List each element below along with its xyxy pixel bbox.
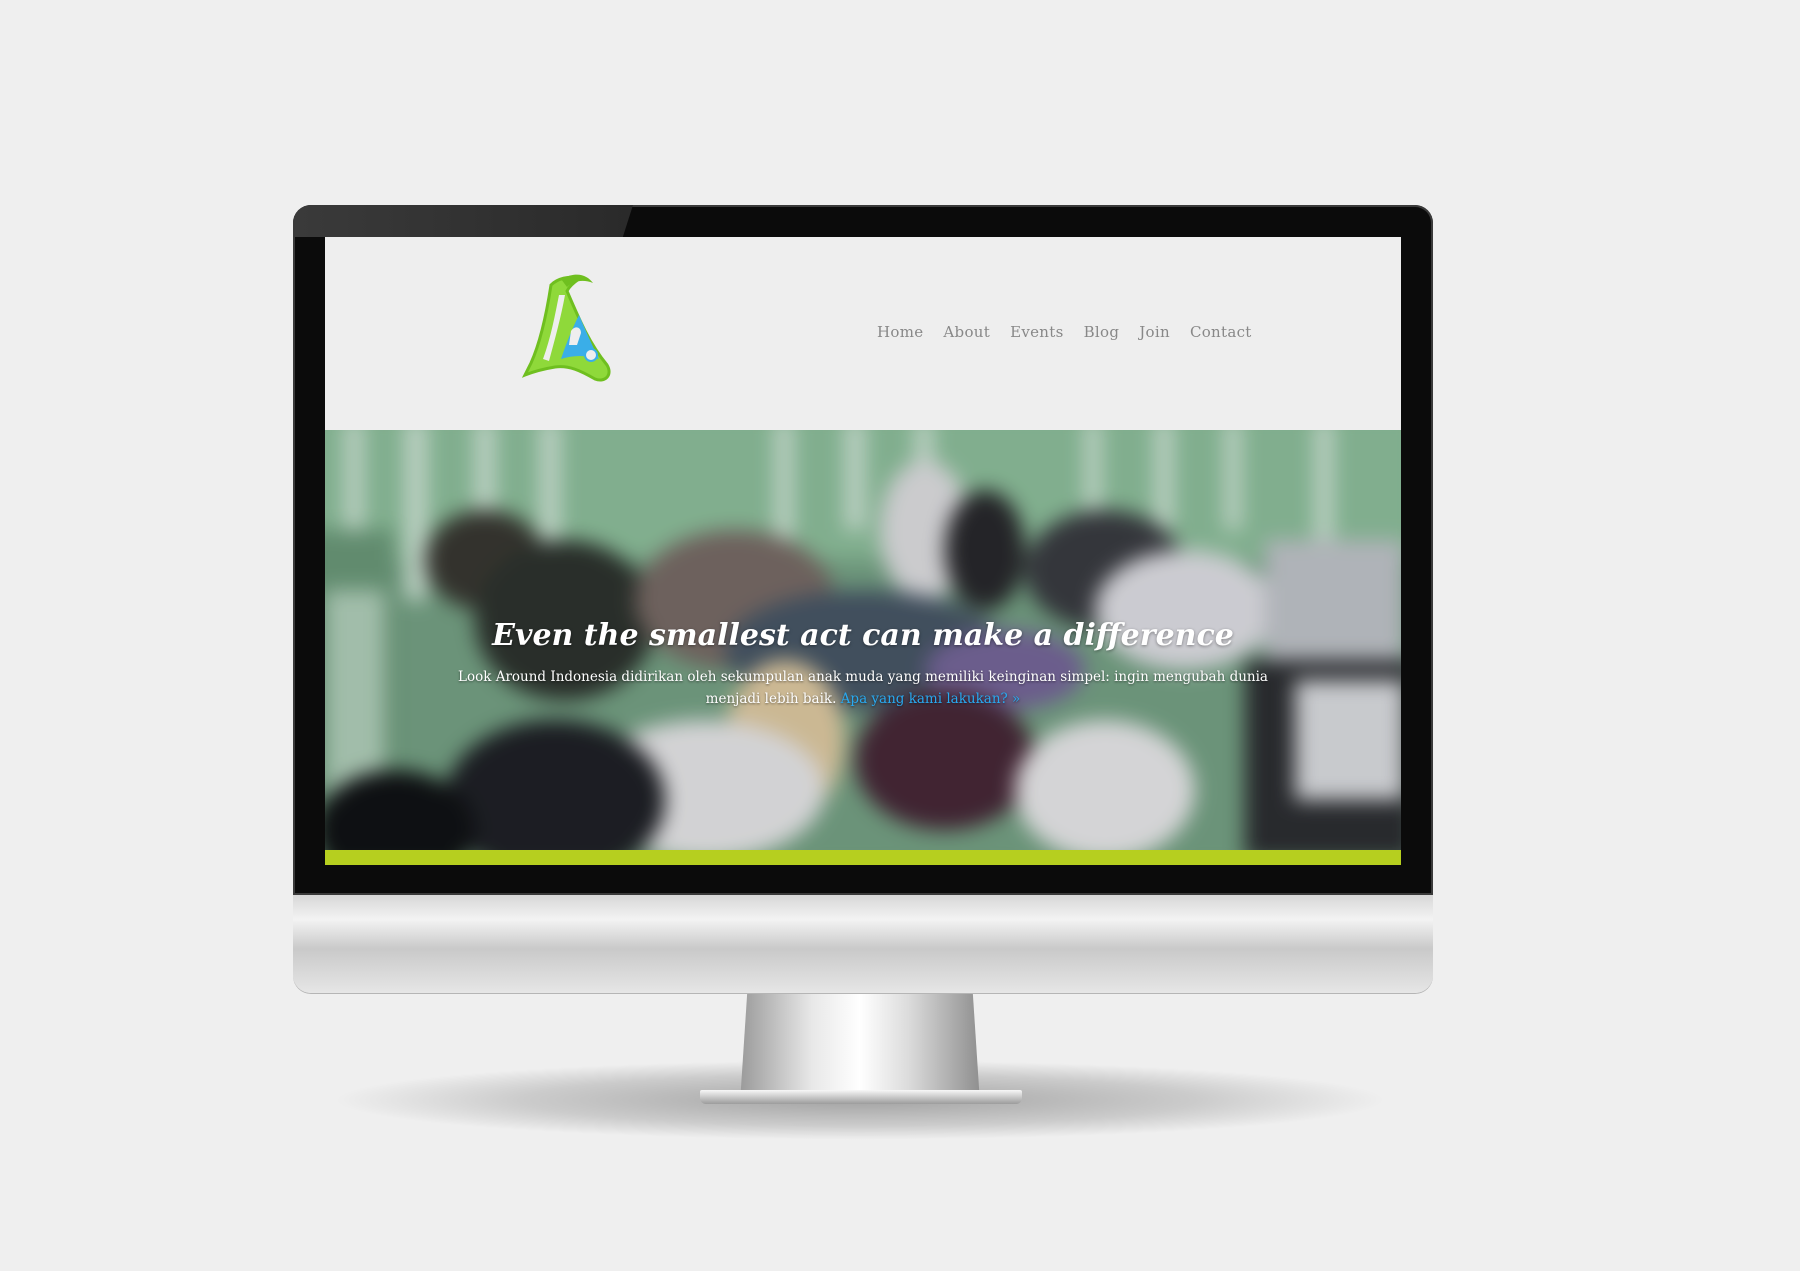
site-header: Home About Events Blog Join Contact [325,237,1401,430]
hero-title: Even the smallest act can make a differe… [492,618,1234,654]
accent-bar [325,850,1401,865]
monitor-stand-base [700,1090,1022,1104]
nav-about[interactable]: About [943,323,990,341]
nav-contact[interactable]: Contact [1190,323,1252,341]
nav-home[interactable]: Home [877,323,923,341]
main-nav: Home About Events Blog Join Contact [877,323,1252,341]
look-around-logo-icon [521,274,611,382]
nav-blog[interactable]: Blog [1084,323,1120,341]
nav-join[interactable]: Join [1139,323,1170,341]
site-logo[interactable] [521,271,625,385]
bezel-glare [293,205,633,237]
monitor-screen: Home About Events Blog Join Contact Even… [325,237,1401,865]
hero-description: Look Around Indonesia didirikan oleh sek… [435,666,1291,710]
monitor-chin [293,895,1433,993]
what-we-do-link[interactable]: Apa yang kami lakukan? » [841,691,1021,707]
nav-events[interactable]: Events [1010,323,1064,341]
monitor-stand-neck [740,993,980,1103]
hero-section: Even the smallest act can make a differe… [325,430,1401,850]
mockup-stage: Home About Events Blog Join Contact Even… [0,0,1800,1271]
